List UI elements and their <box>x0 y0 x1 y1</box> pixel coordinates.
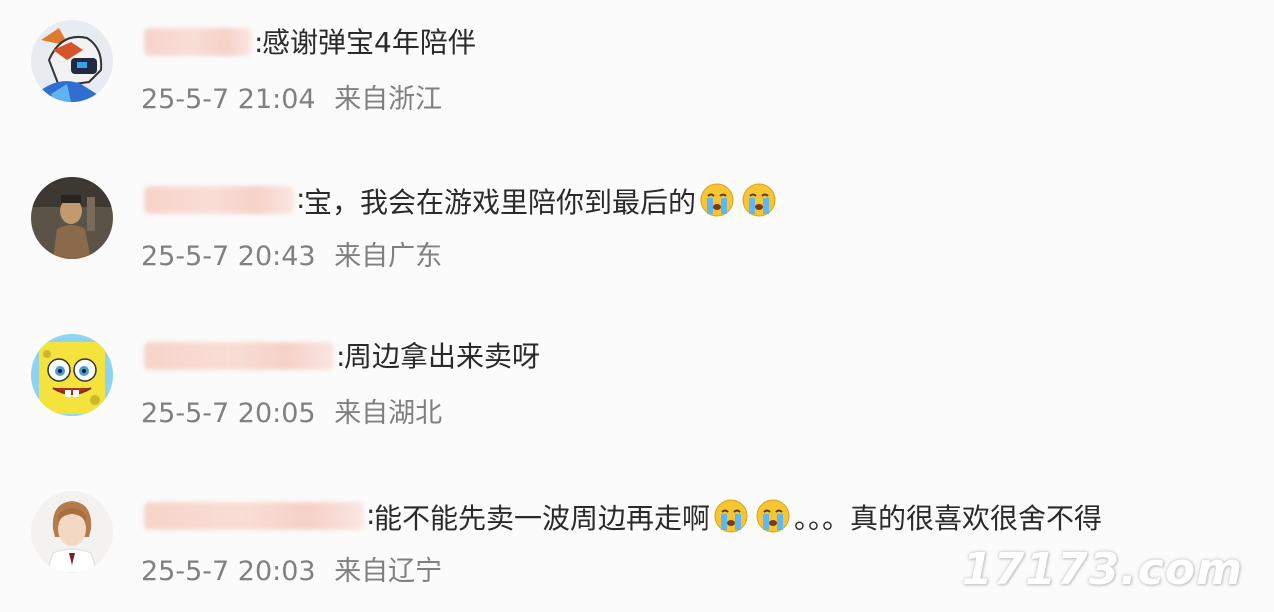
comment-text: 能不能先卖一波周边再走啊 。。。真的很喜欢很舍不得 <box>374 498 1102 536</box>
crying-face-icon <box>742 183 776 217</box>
comment-text: 宝，我会在游戏里陪你到最后的 <box>304 182 780 220</box>
comment-time: 25-5-7 20:05 <box>141 398 316 429</box>
robot-fox-avatar[interactable] <box>31 20 113 102</box>
comment-text-after: 。。。真的很喜欢很舍不得 <box>794 502 1103 535</box>
comment-text-before: 能不能先卖一波周边再走啊 <box>374 502 711 535</box>
username-blurred[interactable] <box>144 502 364 530</box>
comment-meta: 25-5-7 21:04 来自浙江 <box>141 84 442 116</box>
crying-face-icon <box>700 183 734 217</box>
comment-location: 来自浙江 <box>334 84 443 115</box>
comment-location: 来自辽宁 <box>334 556 443 587</box>
comment-item: : 周边拿出来卖呀 25-5-7 20:05 来自湖北 <box>0 314 1274 464</box>
comment-time: 25-5-7 20:03 <box>141 556 316 587</box>
comment-time: 25-5-7 20:43 <box>141 241 316 272</box>
crying-face-icon <box>714 499 748 533</box>
username-blurred[interactable] <box>144 186 294 214</box>
comment-location: 来自湖北 <box>334 398 443 429</box>
comment-text: 周边拿出来卖呀 <box>344 340 541 373</box>
comment-location: 来自广东 <box>334 241 443 272</box>
comment-meta: 25-5-7 20:03 来自辽宁 <box>141 556 442 588</box>
comment-text: 感谢弹宝4年陪伴 <box>262 26 476 59</box>
site-watermark: 17173.com <box>962 544 1243 595</box>
comment-meta: 25-5-7 20:43 来自广东 <box>141 241 442 273</box>
crying-face-icon <box>756 499 790 533</box>
comment-item: : 宝，我会在游戏里陪你到最后的 25-5-7 20:43 来自广东 <box>0 158 1274 308</box>
comment-item: : 感谢弹宝4年陪伴 25-5-7 21:04 来自浙江 <box>0 0 1274 150</box>
person-avatar[interactable] <box>31 491 113 573</box>
comment-text-body: 宝，我会在游戏里陪你到最后的 <box>304 186 697 219</box>
spongebob-avatar[interactable] <box>31 334 113 416</box>
username-blurred[interactable] <box>144 28 252 56</box>
username-blurred[interactable] <box>144 342 334 370</box>
comment-screenshot: : 感谢弹宝4年陪伴 25-5-7 21:04 来自浙江 : 宝，我会在游戏里陪… <box>0 0 1274 612</box>
comment-meta: 25-5-7 20:05 来自湖北 <box>141 398 442 430</box>
comment-time: 25-5-7 21:04 <box>141 84 316 115</box>
dark-figure-avatar[interactable] <box>31 177 113 259</box>
